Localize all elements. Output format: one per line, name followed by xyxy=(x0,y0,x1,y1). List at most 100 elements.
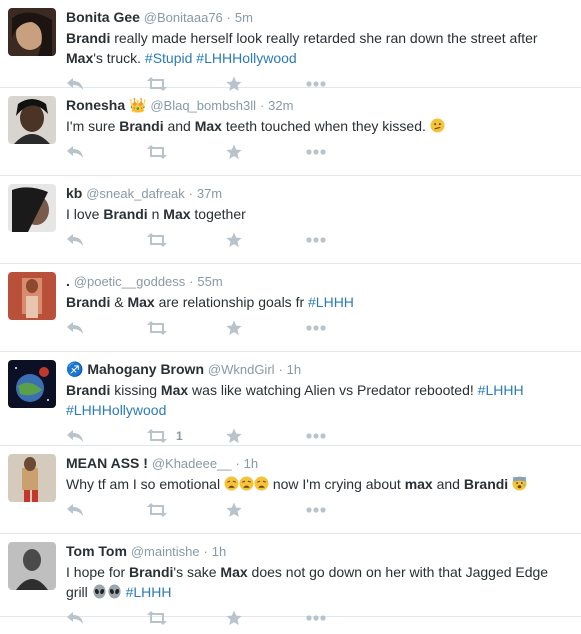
tweet[interactable]: kb @sneak_dafreak · 37m I love Brandi n … xyxy=(0,176,581,264)
tweet[interactable]: Tom Tom @maintishe · 1h I hope for Brand… xyxy=(0,534,581,625)
favorite-star-icon[interactable] xyxy=(226,500,242,520)
display-name[interactable]: . xyxy=(66,273,70,289)
more-dots-icon[interactable] xyxy=(306,608,326,628)
tweet[interactable]: Ronesha 👑 @Blaq_bombsh3ll · 32m I'm sure… xyxy=(0,88,581,176)
tweet-text-segment: teeth touched when they kissed. xyxy=(221,118,430,134)
tweet[interactable]: Bonita Gee @Bonitaaa76 · 5m Brandi reall… xyxy=(0,0,581,91)
favorite-star-icon[interactable] xyxy=(226,318,242,338)
display-name[interactable]: Ronesha 👑 xyxy=(66,97,146,113)
username-handle[interactable]: @Blaq_bombsh3ll xyxy=(150,98,256,113)
tweet-text-segment: 's truck. xyxy=(93,50,145,66)
timestamp-link[interactable]: 1h xyxy=(212,544,226,559)
keyword-highlight: Max xyxy=(160,382,189,398)
reply-icon[interactable] xyxy=(66,230,84,250)
favorite-star-icon[interactable] xyxy=(226,608,242,628)
reply-icon[interactable] xyxy=(66,608,84,628)
tweet[interactable]: MEAN ASS ! @Khadeee__ · 1h Why tf am I s… xyxy=(0,446,581,534)
separator-dot: · xyxy=(189,274,194,289)
hashtag-link[interactable]: #Stupid xyxy=(145,50,192,66)
reply-icon[interactable] xyxy=(66,318,84,338)
retweet-icon[interactable] xyxy=(146,500,176,520)
weary-face-emoji-icon xyxy=(239,476,254,491)
favorite-star-icon[interactable] xyxy=(226,142,242,162)
tweet-text: I'm sure Brandi and Max teeth touched wh… xyxy=(66,116,571,136)
tweet[interactable]: . @poetic__goddess · 55m Brandi & Max ar… xyxy=(0,264,581,352)
avatar[interactable] xyxy=(8,360,56,408)
favorite-star-icon[interactable] xyxy=(226,426,242,446)
tweet-text: Brandi kissing Max was like watching Ali… xyxy=(66,380,571,420)
separator-dot: · xyxy=(235,456,240,471)
reply-icon[interactable] xyxy=(66,142,84,162)
separator-dot: · xyxy=(278,362,283,377)
separator-dot: · xyxy=(259,98,265,113)
hashtag-link[interactable]: #LHHH xyxy=(478,382,524,398)
keyword-highlight: Max xyxy=(163,206,191,222)
tweet-text-segment: & xyxy=(110,294,128,310)
tweet-text-segment: Why tf am I so emotional xyxy=(66,476,224,492)
username-handle[interactable]: @Khadeee__ xyxy=(152,456,232,471)
separator-dot: · xyxy=(226,10,232,25)
tweet-text-segment: 's sake xyxy=(173,564,221,580)
timestamp-link[interactable]: 55m xyxy=(197,274,222,289)
display-name[interactable]: MEAN ASS ! xyxy=(66,455,148,471)
tweet-text-segment: I love xyxy=(66,206,104,222)
retweet-icon[interactable]: 1 xyxy=(146,426,183,446)
tweet-text-segment: really made herself look really retarded… xyxy=(110,30,538,46)
display-name[interactable]: ♐ Mahogany Brown xyxy=(66,361,204,377)
tweet-text-segment: are relationship goals fr xyxy=(154,294,309,310)
username-handle[interactable]: @Bonitaaa76 xyxy=(144,10,223,25)
hashtag-link[interactable]: #LHHHollywood xyxy=(196,50,296,66)
fearful-face-emoji-icon xyxy=(512,476,527,491)
reply-icon[interactable] xyxy=(66,500,84,520)
tweet-text-segment: I hope for xyxy=(66,564,130,580)
display-name[interactable]: Tom Tom xyxy=(66,543,127,559)
tweet-actions xyxy=(66,226,571,256)
more-dots-icon[interactable] xyxy=(306,230,326,250)
avatar[interactable] xyxy=(8,454,56,502)
more-dots-icon[interactable] xyxy=(306,142,326,162)
tweet-text: Brandi really made herself look really r… xyxy=(66,28,571,68)
hashtag-link[interactable]: #LHHHollywood xyxy=(66,402,166,418)
tweet[interactable]: ♐ Mahogany Brown @WkndGirl · 1h Brandi k… xyxy=(0,352,581,446)
retweet-count: 1 xyxy=(176,429,183,443)
avatar[interactable] xyxy=(8,542,56,590)
avatar[interactable] xyxy=(8,8,56,56)
retweet-icon[interactable] xyxy=(146,318,176,338)
tweet-text: I hope for Brandi's sake Max does not go… xyxy=(66,562,571,602)
timestamp-link[interactable]: 37m xyxy=(197,186,222,201)
avatar[interactable] xyxy=(8,272,56,320)
tweet-header: MEAN ASS ! @Khadeee__ · 1h xyxy=(66,454,571,473)
separator-dot: · xyxy=(203,544,208,559)
favorite-star-icon[interactable] xyxy=(226,230,242,250)
tweet-actions xyxy=(66,138,571,168)
username-handle[interactable]: @sneak_dafreak xyxy=(86,186,184,201)
more-dots-icon[interactable] xyxy=(306,318,326,338)
timestamp-link[interactable]: 1h xyxy=(244,456,258,471)
timestamp-link[interactable]: 1h xyxy=(287,362,301,377)
tweet-header: kb @sneak_dafreak · 37m xyxy=(66,184,571,203)
retweet-icon[interactable] xyxy=(146,230,176,250)
avatar[interactable] xyxy=(8,184,56,232)
retweet-icon[interactable] xyxy=(146,142,176,162)
tweet-header: Ronesha 👑 @Blaq_bombsh3ll · 32m xyxy=(66,96,571,115)
username-handle[interactable]: @poetic__goddess xyxy=(74,274,186,289)
username-handle[interactable]: @WkndGirl xyxy=(208,362,275,377)
alien-face-emoji-icon xyxy=(108,584,121,599)
more-dots-icon[interactable] xyxy=(306,500,326,520)
tweet-actions xyxy=(66,496,571,526)
username-handle[interactable]: @maintishe xyxy=(131,544,200,559)
separator-dot: · xyxy=(188,186,193,201)
hashtag-link[interactable]: #LHHH xyxy=(126,584,172,600)
reply-icon[interactable] xyxy=(66,426,84,446)
keyword-highlight: Max xyxy=(66,50,94,66)
keyword-highlight: Max xyxy=(220,564,248,580)
keyword-highlight: Brandi xyxy=(119,118,164,134)
avatar[interactable] xyxy=(8,96,56,144)
hashtag-link[interactable]: #LHHH xyxy=(308,294,354,310)
more-dots-icon[interactable] xyxy=(306,426,326,446)
retweet-icon[interactable] xyxy=(146,608,176,628)
display-name[interactable]: Bonita Gee xyxy=(66,9,140,25)
timestamp-link[interactable]: 32m xyxy=(268,98,293,113)
display-name[interactable]: kb xyxy=(66,185,82,201)
timestamp-link[interactable]: 5m xyxy=(235,10,253,25)
